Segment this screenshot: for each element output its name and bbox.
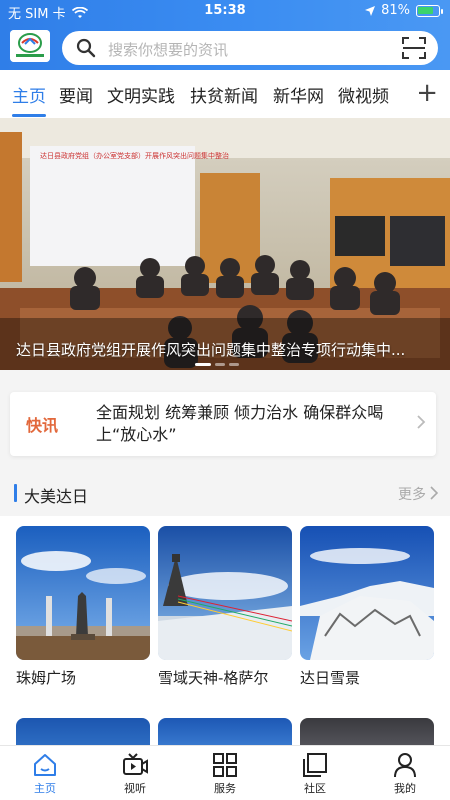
tab-civilization-practice[interactable]: 文明实践 — [107, 82, 175, 107]
section-accent-bar — [14, 484, 17, 502]
location-arrow-icon — [365, 5, 376, 16]
card-label: 珠姆广场 — [16, 669, 77, 687]
community-icon — [303, 753, 327, 777]
tab-home[interactable]: 主页 — [12, 82, 46, 107]
nav-label: 视听 — [124, 782, 146, 795]
nav-services[interactable]: 服务 — [190, 752, 260, 796]
tab-micro-video[interactable]: 微视频 — [338, 82, 389, 107]
nav-community[interactable]: 社区 — [280, 752, 350, 796]
section-header: 大美达日 更多 — [0, 470, 450, 516]
nav-label: 主页 — [34, 782, 56, 795]
bottom-navigation: 主页 视听 服务 社区 我的 — [0, 745, 450, 800]
nav-video[interactable]: 视听 — [100, 752, 170, 796]
card-label: 雪域天神-格萨尔 — [158, 669, 269, 687]
tab-poverty-news[interactable]: 扶贫新闻 — [190, 82, 258, 107]
gallery-card-partial[interactable] — [300, 718, 434, 748]
card-label: 达日雪景 — [300, 669, 361, 687]
user-icon — [394, 753, 416, 778]
hero-banner[interactable]: 达日县政府党组（办公室党支部）开展作风突出问题集中整治 达日县政府党组开展作风突… — [0, 118, 450, 370]
search-icon — [76, 38, 96, 58]
home-icon — [34, 754, 56, 776]
search-input[interactable]: 搜索你想要的资讯 — [108, 39, 228, 60]
gallery-card[interactable]: 达日雪景 — [300, 526, 434, 688]
carousel-indicator — [195, 363, 239, 366]
flash-headline[interactable]: 全面规划 统筹兼顾 倾力治水 确保群众喝上“放心水” — [96, 402, 396, 446]
card-image — [158, 526, 292, 660]
hero-caption: 达日县政府党组开展作风突出问题集中整治专项行动集中... — [16, 341, 406, 359]
add-channel-icon[interactable]: + — [416, 78, 438, 108]
gallery-card-partial[interactable] — [16, 718, 150, 748]
nav-label: 服务 — [214, 782, 236, 795]
search-bar[interactable]: 搜索你想要的资讯 — [62, 31, 438, 65]
nav-home[interactable]: 主页 — [10, 752, 80, 796]
flash-news[interactable]: 快讯 全面规划 统筹兼顾 倾力治水 确保群众喝上“放心水” — [10, 392, 436, 456]
channel-tabs: 主页 要闻 文明实践 扶贫新闻 新华网 微视频 + — [0, 70, 450, 120]
svg-text:达日县政府党组（办公室党支部）开展作风突出问题集中整治: 达日县政府党组（办公室党支部）开展作风突出问题集中整治 — [40, 151, 229, 160]
chevron-right-icon — [417, 415, 426, 429]
app-logo[interactable] — [10, 30, 50, 62]
gallery-card-partial[interactable] — [158, 718, 292, 748]
video-icon — [123, 753, 148, 775]
section-title: 大美达日 — [24, 487, 89, 506]
battery-icon — [416, 4, 443, 17]
gallery-card[interactable]: 雪域天神-格萨尔 — [158, 526, 292, 688]
app-header: 无 SIM 卡 15:38 81% 搜索你想要的资讯 — [0, 0, 450, 70]
more-link[interactable]: 更多 — [398, 484, 426, 504]
tab-headlines[interactable]: 要闻 — [59, 82, 93, 107]
grid-icon — [213, 753, 237, 777]
nav-profile[interactable]: 我的 — [370, 752, 440, 796]
active-tab-indicator — [12, 114, 46, 117]
nav-label: 社区 — [304, 782, 326, 795]
flash-tag: 快讯 — [26, 416, 59, 435]
hero-image: 达日县政府党组（办公室党支部）开展作风突出问题集中整治 — [0, 118, 450, 370]
chevron-right-icon[interactable] — [430, 486, 438, 500]
battery-percent: 81% — [381, 3, 410, 18]
card-image — [300, 526, 434, 660]
tab-xinhua[interactable]: 新华网 — [273, 82, 324, 107]
card-image — [16, 526, 150, 660]
nav-label: 我的 — [394, 782, 416, 795]
scan-icon[interactable] — [402, 37, 426, 59]
gallery-card[interactable]: 珠姆广场 — [16, 526, 150, 688]
status-bar: 无 SIM 卡 15:38 81% — [0, 0, 450, 22]
